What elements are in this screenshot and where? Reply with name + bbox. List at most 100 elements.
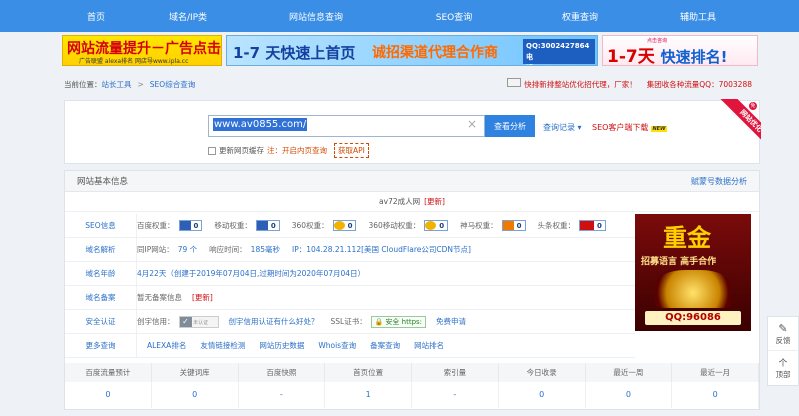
domain-record-label: 域名备案 [65,286,137,309]
stats-value[interactable]: 0 [499,382,586,408]
ssl-label: SSL证书： [330,317,367,326]
more-link-history[interactable]: 网站历史数据 [259,340,304,351]
domain-age-row: 域名年龄 4月22天（创建于2019年07月04日,过期时间为2020年07月0… [65,262,635,286]
ip-address[interactable]: IP：104.28.21.112[美国 CloudFlare公司CDN节点] [292,244,471,255]
more-link-record[interactable]: 备案查询 [370,340,400,351]
update-cache-label: 更新网页缓存 [219,146,264,155]
back-to-top-button[interactable]: 个 顶部 [768,351,798,385]
site-info-title: 网站基本信息 [77,177,129,187]
mobile-rank-label: 移动权重： [214,221,252,230]
credit-verify-badge[interactable]: ✓ 未认证 [178,315,219,328]
nav-seo[interactable]: SEO查询 [424,10,484,23]
stats-value-row: 0 0 - 1 - 0 0 0 [65,382,759,408]
site-optimization-ribbon[interactable]: 网站优化 免 [715,99,761,145]
top-navigation: 首页 域名/IP类 网站信息查询 SEO查询 权重查询 辅助工具 [0,0,799,32]
seo-ranks: 百度权重： 0 移动权重： 0 360权重： 0 360移动权重： 0 神马权重… [137,220,614,231]
search-input-value: www.av0855.com/ [213,118,308,131]
site-title-update[interactable]: [更新] [424,196,445,207]
ad-rank-banner[interactable]: 1-7 天快速上首页 诚招渠道代理合作商 QQ:3002427864 电话:18… [226,35,598,66]
update-cache-checkbox[interactable] [208,146,216,155]
baidu-rank-badge[interactable]: 0 [178,220,203,231]
stats-value[interactable]: 0 [586,382,673,408]
ad-fast-rank-days: 1-7天 [607,47,655,66]
nav-weight[interactable]: 权重查询 [550,10,610,23]
shenma-rank-label: 神马权重： [460,221,498,230]
nav-domain-ip[interactable]: 域名/IP类 [158,10,218,23]
seo-stats-table: 百度流量预计 关键词库 百度快照 首页位置 索引量 今日收录 最近一周 最近一月… [65,363,759,409]
stats-value[interactable]: - [412,382,499,408]
free-apply-link[interactable]: 免费申请 [436,316,466,327]
360-mobile-rank-badge[interactable]: 0 [424,220,449,231]
site-title: av72成人网 [379,197,421,206]
domain-record-update[interactable]: [更新] [192,292,213,303]
more-link-rank[interactable]: 网站排名 [414,340,444,351]
more-link-whois[interactable]: Whois查询 [318,340,356,351]
stats-header-row: 百度流量预计 关键词库 百度快照 首页位置 索引量 今日收录 最近一周 最近一月 [65,363,759,382]
data-analysis-link[interactable]: 赋蒙号数据分析 [691,176,747,187]
search-button[interactable]: 查看分析 [485,115,535,137]
360-logo-icon [425,221,437,230]
ad-fast-rank-banner[interactable]: 点击咨询 1-7天 快速排名! [602,35,758,66]
query-records-dropdown[interactable]: 查询记录 ▾ [543,122,582,133]
notice-promo[interactable]: 快排新排整站优化招代理，厂家！ [507,78,637,90]
ad-traffic-sub: 广告联盟 alexa排名 网店导www.ipla.cc [79,58,189,65]
shenma-rank-badge[interactable]: 0 [501,220,526,231]
credit-benefit-link[interactable]: 创宇信用认证有什么好处？ [229,316,319,327]
response-time-label: 响应时间： [209,245,247,254]
toutiao-rank-badge[interactable]: 0 [579,220,606,231]
baidu-paw-icon [256,221,268,230]
360-mobile-rank-label: 360移动权重： [368,221,421,230]
ad-rank-title: 1-7 天快速上首页 [233,44,356,62]
inner-page-note[interactable]: 注：开启内页查询 [267,145,327,156]
stats-value[interactable]: - [239,382,326,408]
notice-icon [507,78,522,87]
same-ip-label: 同IP网站： [137,245,174,254]
shenma-logo-icon [502,221,514,230]
stats-header: 索引量 [412,363,499,382]
seo-client-download-link[interactable]: SEO客户端下载 NEW [592,122,667,133]
side-ad-banner[interactable]: 重金 招募语言 高手合作 QQ:96086 [635,214,751,331]
search-panel: www.av0855.com/ × 查看分析 查询记录 ▾ SEO客户端下载 NE… [64,99,761,164]
ad-fast-rank-text: 快速排名! [660,48,728,66]
stats-value[interactable]: 0 [65,382,152,408]
domain-resolve-label: 域名解析 [65,238,137,261]
stats-value[interactable]: 0 [152,382,239,408]
stats-value[interactable]: 1 [325,382,412,408]
more-query-links: ALEXA排名 友情链接检测 网站历史数据 Whois查询 备案查询 网站排名 [137,340,444,351]
domain-age-value[interactable]: 4月22天（创建于2019年07月04日,过期时间为2020年07月04日） [137,268,365,279]
domain-record-content: 暂无备案信息 [更新] [137,292,213,303]
side-ad-slogan: 招募语言 高手合作 [641,257,717,267]
back-to-top-label: 顶部 [775,370,791,379]
360-rank-badge[interactable]: 0 [332,220,357,231]
nav-tools[interactable]: 辅助工具 [668,10,728,23]
get-api-button[interactable]: 获取API [334,143,369,158]
more-link-alexa[interactable]: ALEXA排名 [147,340,186,351]
stats-header: 百度流量预计 [65,363,152,382]
breadcrumb-current[interactable]: SEO综合查询 [150,79,195,90]
same-ip-count[interactable]: 79 个 [178,244,197,255]
nav-site-info[interactable]: 网站信息查询 [281,10,351,23]
breadcrumb-home[interactable]: 站长工具 [102,79,132,90]
site-info-panel: 网站基本信息 赋蒙号数据分析 av72成人网 [更新] SEO信息 百度权重： … [64,170,760,410]
https-badge[interactable]: 🔒 安全 https: [370,315,427,328]
360-rank-label: 360权重： [291,221,329,230]
domain-age-label: 域名年龄 [65,262,137,285]
ad-traffic-banner[interactable]: 网站流量提升－广告点击 广告联盟 alexa排名 网店导www.ipla.cc [62,35,222,66]
domain-record-value: 暂无备案信息 [137,293,182,302]
feedback-button[interactable]: ✎ 反馈 [768,317,798,351]
seo-info-row: SEO信息 百度权重： 0 移动权重： 0 360权重： 0 360移动权重： … [65,214,635,238]
response-time-value: 185毫秒 [250,245,280,254]
more-link-friend-links[interactable]: 友情链接检测 [200,340,245,351]
nav-home[interactable]: 首页 [66,10,126,23]
notice-traffic[interactable]: 集团收各种流量QQ：7003288 [647,79,752,90]
new-badge: NEW [651,126,667,132]
breadcrumb: 当前位置： 站长工具 > SEO综合查询 快排新排整站优化招代理，厂家！ 集团收… [64,72,760,96]
search-options: 更新网页缓存 注：开启内页查询 获取API [208,143,369,158]
breadcrumb-separator: > [137,79,144,89]
more-query-label: 更多查询 [65,334,137,357]
mobile-rank-badge[interactable]: 0 [255,220,280,231]
stats-value[interactable]: 0 [672,382,759,408]
clear-icon[interactable]: × [467,117,477,131]
credit-label: 创宇信用： [137,317,175,326]
search-input[interactable]: www.av0855.com/ [208,115,485,137]
